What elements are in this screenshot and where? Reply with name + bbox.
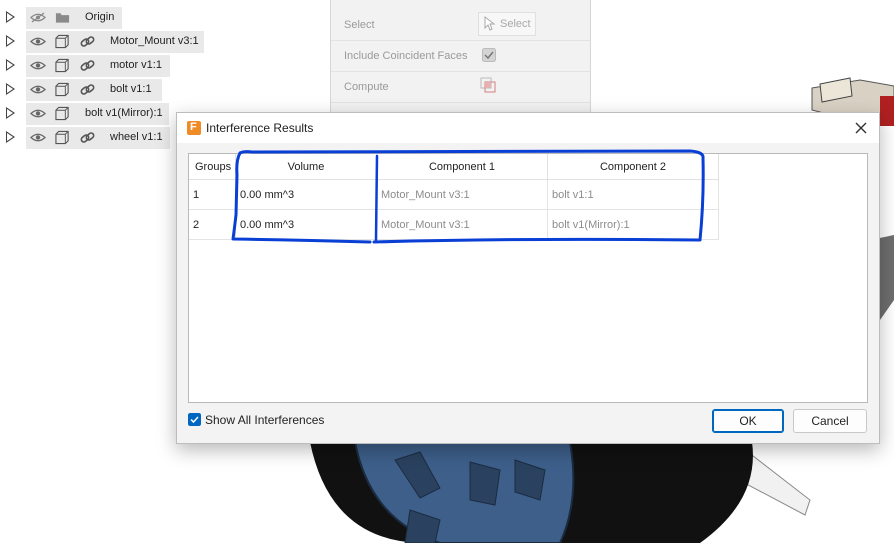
- cancel-button[interactable]: Cancel: [793, 409, 867, 433]
- coincident-faces-label: Include Coincident Faces: [344, 50, 468, 62]
- results-table: Groups Volume Component 1 Component 2 1 …: [189, 154, 719, 240]
- component-2-cell: bolt v1:1: [547, 179, 719, 210]
- column-header-groups[interactable]: Groups: [189, 154, 236, 180]
- volume-cell: 0.00 mm^3: [235, 179, 377, 210]
- wheel-model: [310, 441, 811, 543]
- column-header-component-1[interactable]: Component 1: [376, 154, 548, 180]
- expand-arrow-icon[interactable]: [6, 131, 15, 143]
- interference-palette: Select Select Include Coincident Faces C…: [330, 0, 591, 112]
- component-icon: [55, 106, 69, 121]
- column-header-component-2[interactable]: Component 2: [547, 154, 719, 180]
- link-icon: [80, 132, 95, 143]
- interference-results-dialog: Interference Results Groups Volume Compo…: [176, 112, 880, 444]
- browser-item-origin[interactable]: Origin: [0, 7, 240, 29]
- eye-icon[interactable]: [30, 60, 46, 71]
- dialog-title: Interference Results: [206, 121, 314, 135]
- column-header-volume[interactable]: Volume: [235, 154, 377, 180]
- select-button[interactable]: Select: [478, 12, 536, 36]
- browser-item-bolt[interactable]: bolt v1:1: [0, 79, 240, 101]
- folder-icon: [55, 13, 70, 23]
- fusion-app-icon: [187, 121, 201, 135]
- results-table-container[interactable]: Groups Volume Component 1 Component 2 1 …: [188, 153, 868, 403]
- component-icon: [55, 34, 69, 49]
- palette-row-select: Select Select: [331, 10, 590, 41]
- close-icon[interactable]: [849, 117, 873, 139]
- expand-arrow-icon[interactable]: [6, 107, 15, 119]
- browser-item-label: motor v1:1: [110, 59, 162, 71]
- expand-arrow-icon[interactable]: [6, 35, 15, 47]
- group-cell: 2: [189, 209, 236, 240]
- group-cell: 1: [189, 179, 236, 210]
- table-row[interactable]: 2 0.00 mm^3 Motor_Mount v3:1 bolt v1(Mir…: [189, 209, 719, 240]
- dialog-titlebar[interactable]: Interference Results: [177, 113, 879, 143]
- table-header-row: Groups Volume Component 1 Component 2: [189, 154, 719, 180]
- component-icon: [55, 58, 69, 73]
- eye-hidden-icon[interactable]: [30, 12, 46, 23]
- compute-icon[interactable]: [480, 77, 496, 93]
- component-icon: [55, 82, 69, 97]
- show-all-interferences-label: Show All Interferences: [205, 413, 325, 427]
- eye-icon[interactable]: [30, 108, 46, 119]
- coincident-faces-checkbox[interactable]: [482, 48, 496, 62]
- browser-item-motor[interactable]: motor v1:1: [0, 55, 240, 77]
- component-icon: [55, 130, 69, 145]
- eye-icon[interactable]: [30, 132, 46, 143]
- cursor-arrow-icon: [484, 16, 496, 31]
- link-icon: [80, 84, 95, 95]
- component-1-cell: Motor_Mount v3:1: [376, 179, 548, 210]
- browser-item-label: Origin: [85, 11, 115, 23]
- eye-icon[interactable]: [30, 84, 46, 95]
- link-icon: [80, 36, 95, 47]
- select-button-label: Select: [500, 18, 531, 30]
- browser-item-label: bolt v1(Mirror):1: [85, 107, 163, 119]
- expand-arrow-icon[interactable]: [6, 11, 15, 23]
- eye-icon[interactable]: [30, 36, 46, 47]
- volume-cell: 0.00 mm^3: [235, 209, 377, 240]
- checkbox-checked-icon[interactable]: [188, 413, 201, 426]
- ok-button[interactable]: OK: [712, 409, 784, 433]
- link-icon: [80, 60, 95, 71]
- expand-arrow-icon[interactable]: [6, 83, 15, 95]
- browser-item-motor-mount[interactable]: Motor_Mount v3:1: [0, 31, 240, 53]
- browser-item-label: Motor_Mount v3:1: [110, 35, 199, 47]
- table-row[interactable]: 1 0.00 mm^3 Motor_Mount v3:1 bolt v1:1: [189, 179, 719, 210]
- palette-row-coincident: Include Coincident Faces: [331, 41, 590, 72]
- compute-label: Compute: [344, 81, 389, 93]
- component-2-cell: bolt v1(Mirror):1: [547, 209, 719, 240]
- palette-row-compute: Compute: [331, 72, 590, 103]
- browser-item-label: bolt v1:1: [110, 83, 152, 95]
- component-1-cell: Motor_Mount v3:1: [376, 209, 548, 240]
- select-label: Select: [344, 19, 375, 31]
- expand-arrow-icon[interactable]: [6, 59, 15, 71]
- browser-item-label: wheel v1:1: [110, 131, 163, 143]
